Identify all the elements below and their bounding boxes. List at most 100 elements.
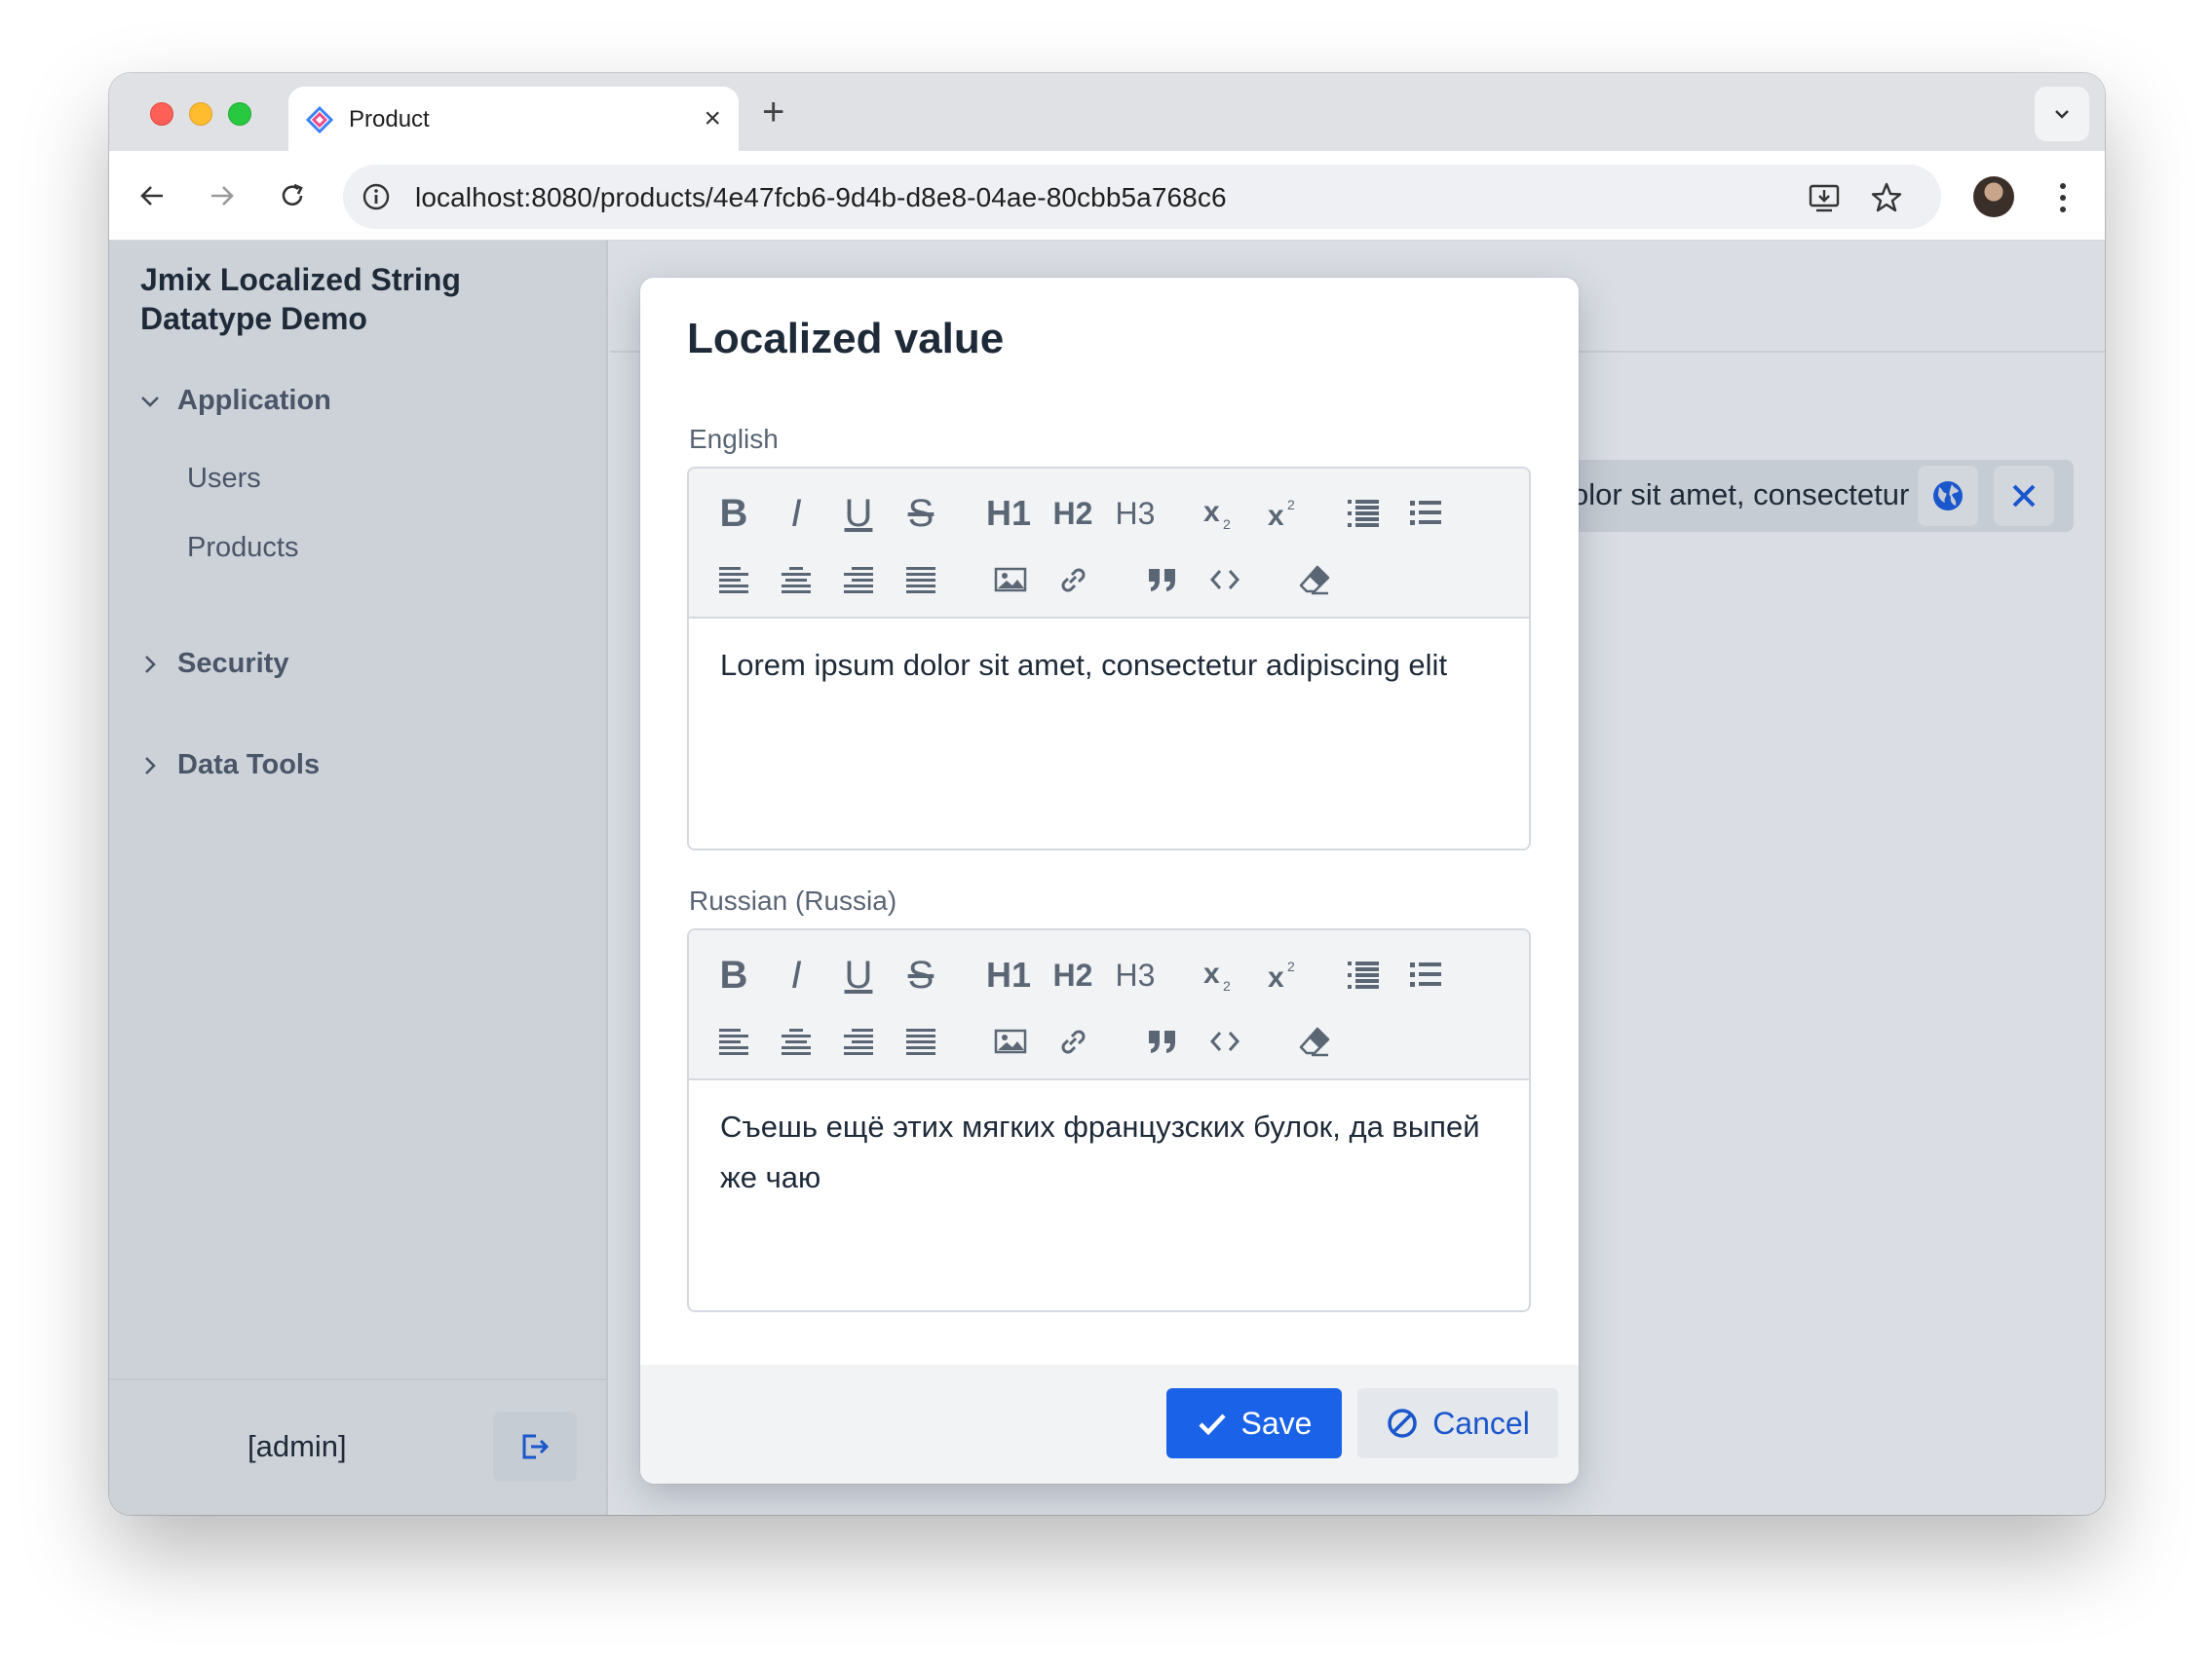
- address-bar[interactable]: localhost:8080/products/4e47fcb6-9d4b-d8…: [343, 165, 1941, 229]
- install-app-icon[interactable]: [1807, 180, 1842, 215]
- clear-format-icon[interactable]: [1289, 1016, 1340, 1067]
- tab-title: Product: [349, 106, 430, 132]
- superscript-icon[interactable]: x2: [1258, 950, 1309, 1000]
- tab-search-button[interactable]: [2035, 87, 2089, 141]
- maximize-window-button[interactable]: [228, 102, 251, 126]
- dialog-title: Localized value: [687, 315, 1005, 362]
- url-text[interactable]: localhost:8080/products/4e47fcb6-9d4b-d8…: [415, 182, 1227, 213]
- code-icon[interactable]: [1200, 1016, 1250, 1067]
- chevron-down-icon: [141, 396, 159, 407]
- chevron-down-icon: [2055, 110, 2069, 119]
- more-menu-icon[interactable]: [2048, 174, 2078, 221]
- nav-group-data-tools[interactable]: Data Tools: [138, 749, 320, 781]
- jmix-favicon-icon: [306, 106, 333, 133]
- chevron-right-icon: [145, 756, 156, 774]
- blockquote-icon[interactable]: [1137, 554, 1188, 605]
- svg-text:2: 2: [1223, 516, 1231, 532]
- italic-icon[interactable]: I: [771, 488, 821, 539]
- underline-icon[interactable]: U: [833, 488, 884, 539]
- h1-icon[interactable]: H1: [977, 950, 1040, 1000]
- browser-tab[interactable]: Product ×: [288, 87, 739, 151]
- h1-icon[interactable]: H1: [977, 488, 1040, 539]
- site-info-icon[interactable]: [361, 181, 392, 212]
- logout-button[interactable]: [493, 1412, 577, 1482]
- cancel-button[interactable]: Cancel: [1357, 1388, 1558, 1458]
- h3-icon[interactable]: H3: [1104, 488, 1166, 539]
- close-window-button[interactable]: [150, 102, 173, 126]
- editor-content[interactable]: Съешь ещё этих мягких французских булок,…: [720, 1102, 1500, 1203]
- link-icon[interactable]: [1048, 554, 1098, 605]
- ordered-list-icon[interactable]: [1338, 488, 1389, 539]
- forward-button[interactable]: [199, 172, 246, 219]
- sidebar-item-users[interactable]: Users: [187, 463, 261, 495]
- sidebar-footer: [admin]: [109, 1378, 606, 1515]
- bullet-list-icon[interactable]: [1400, 488, 1451, 539]
- profile-avatar[interactable]: [1973, 176, 2014, 217]
- svg-text:x: x: [1268, 500, 1284, 532]
- code-icon[interactable]: [1200, 554, 1250, 605]
- new-tab-icon[interactable]: +: [762, 93, 784, 132]
- underline-icon[interactable]: U: [833, 950, 884, 1000]
- sidebar: Jmix Localized String Datatype Demo Appl…: [109, 241, 608, 1515]
- bullet-list-icon[interactable]: [1400, 950, 1451, 1000]
- reload-button[interactable]: [269, 172, 316, 219]
- clear-format-icon[interactable]: [1289, 554, 1340, 605]
- editor-toolbar: B I U S H1 H2 H3 x2 x2: [689, 469, 1529, 619]
- ban-icon: [1388, 1409, 1417, 1438]
- align-right-icon[interactable]: [833, 1016, 884, 1067]
- tab-strip: Product × +: [109, 73, 2105, 151]
- nav-group-application[interactable]: Application: [138, 385, 331, 417]
- localized-name-field[interactable]: Lorem ipsum dolor sit amet, consectetur …: [1547, 460, 2074, 532]
- tab-close-icon[interactable]: ×: [704, 100, 721, 137]
- nav-group-label: Application: [177, 385, 331, 416]
- svg-text:2: 2: [1223, 978, 1231, 994]
- bookmark-star-icon[interactable]: [1869, 180, 1904, 215]
- image-icon[interactable]: [985, 1016, 1036, 1067]
- superscript-icon[interactable]: x2: [1258, 488, 1309, 539]
- image-icon[interactable]: [985, 554, 1036, 605]
- nav-group-security[interactable]: Security: [138, 648, 288, 680]
- strikethrough-icon[interactable]: S: [896, 488, 946, 539]
- rich-text-editor-russian[interactable]: B I U S H1 H2 H3 x2 x2 Съешь ещё этих мя…: [687, 928, 1531, 1312]
- svg-text:x: x: [1203, 496, 1220, 528]
- align-center-icon[interactable]: [771, 1016, 821, 1067]
- field-label-russian: Russian (Russia): [689, 886, 897, 916]
- align-justify-icon[interactable]: [896, 554, 946, 605]
- nav-group-label: Security: [177, 648, 289, 679]
- reload-icon: [282, 183, 303, 206]
- checkmark-icon: [1198, 1414, 1226, 1436]
- align-right-icon[interactable]: [833, 554, 884, 605]
- minimize-window-button[interactable]: [189, 102, 212, 126]
- globe-icon: [1933, 481, 1963, 510]
- svg-text:x: x: [1268, 962, 1284, 994]
- arrow-left-icon: [140, 186, 163, 206]
- save-button[interactable]: Save: [1166, 1388, 1342, 1458]
- bold-icon[interactable]: B: [708, 488, 759, 539]
- bold-icon[interactable]: B: [708, 950, 759, 1000]
- clear-button[interactable]: [1994, 466, 2054, 526]
- link-icon[interactable]: [1048, 1016, 1098, 1067]
- svg-text:2: 2: [1287, 497, 1295, 512]
- subscript-icon[interactable]: x2: [1194, 950, 1244, 1000]
- align-center-icon[interactable]: [771, 554, 821, 605]
- current-user-label: [admin]: [248, 1429, 347, 1463]
- sidebar-item-products[interactable]: Products: [187, 532, 298, 564]
- h2-icon[interactable]: H2: [1042, 488, 1104, 539]
- align-left-icon[interactable]: [708, 554, 759, 605]
- field-value-text: Lorem ipsum dolor sit amet, consectetur …: [1547, 477, 1910, 511]
- rich-text-editor-english[interactable]: B I U S H1 H2 H3 x2 x2 Lorem ipsum dolor…: [687, 467, 1531, 850]
- align-justify-icon[interactable]: [896, 1016, 946, 1067]
- editor-content[interactable]: Lorem ipsum dolor sit amet, consectetur …: [720, 640, 1500, 691]
- localized-value-dialog: Localized value English B I U S H1 H2 H3…: [640, 278, 1579, 1484]
- align-left-icon[interactable]: [708, 1016, 759, 1067]
- strikethrough-icon[interactable]: S: [896, 950, 946, 1000]
- localize-button[interactable]: [1918, 466, 1978, 526]
- dialog-footer: Save Cancel: [640, 1365, 1579, 1484]
- ordered-list-icon[interactable]: [1338, 950, 1389, 1000]
- subscript-icon[interactable]: x2: [1194, 488, 1244, 539]
- h2-icon[interactable]: H2: [1042, 950, 1104, 1000]
- h3-icon[interactable]: H3: [1104, 950, 1166, 1000]
- back-button[interactable]: [129, 172, 175, 219]
- italic-icon[interactable]: I: [771, 950, 821, 1000]
- blockquote-icon[interactable]: [1137, 1016, 1188, 1067]
